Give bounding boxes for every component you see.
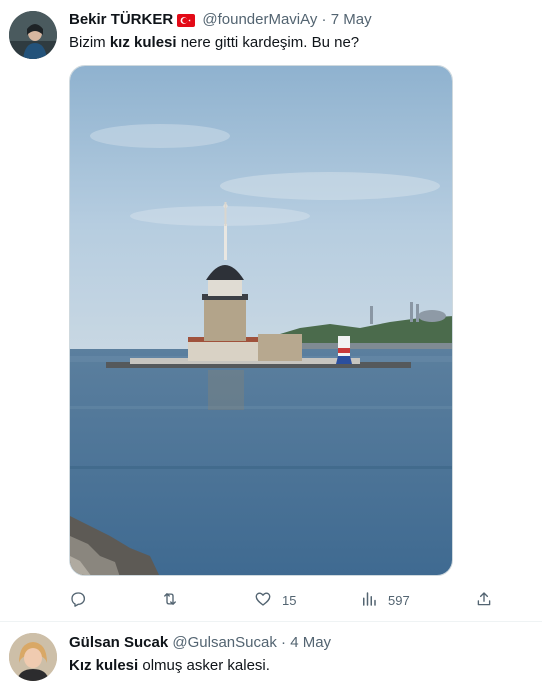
views-count: 597 <box>388 592 410 608</box>
tweet-date[interactable]: 4 May <box>290 634 331 651</box>
like-button[interactable]: 15 <box>254 588 296 612</box>
retweet-button[interactable] <box>161 588 179 612</box>
text-part-bold: Kız kulesi <box>69 657 139 674</box>
reply-icon <box>69 590 87 611</box>
tweet-header: Gülsan Sucak @GulsanSucak · 4 May <box>69 633 331 653</box>
views-chart-icon <box>360 590 378 611</box>
views-button[interactable]: 597 <box>360 588 410 612</box>
tweet-date[interactable]: 7 May <box>331 11 372 28</box>
author-name[interactable]: Gülsan Sucak <box>69 634 168 651</box>
heart-icon <box>254 590 272 611</box>
tweet[interactable]: Gülsan Sucak @GulsanSucak · 4 May Kız ku… <box>0 622 542 693</box>
share-icon <box>475 590 493 611</box>
turkey-flag-icon <box>177 13 196 33</box>
tweet-text: Bizim kız kulesi nere gitti kardeşim. Bu… <box>69 33 359 53</box>
tweet-text: Kız kulesi olmuş asker kalesi. <box>69 656 270 676</box>
tweet[interactable]: Bekir TÜRKER @founderMaviAy · 7 May Bizi… <box>0 0 542 622</box>
tweet-actions: 15 597 <box>69 588 499 612</box>
tweet-header: Bekir TÜRKER @founderMaviAy · 7 May <box>69 10 372 33</box>
text-part-bold: kız kulesi <box>109 34 177 51</box>
avatar[interactable] <box>9 633 57 681</box>
separator: · <box>321 11 327 28</box>
text-part: nere gitti kardeşim. Bu ne? <box>176 34 360 51</box>
text-part: Bizim <box>69 34 110 51</box>
tweet-photo[interactable] <box>69 65 453 576</box>
retweet-icon <box>161 590 179 611</box>
text-part: olmuş asker kalesi. <box>138 657 270 674</box>
author-name[interactable]: Bekir TÜRKER <box>69 11 173 28</box>
separator: · <box>281 634 287 651</box>
author-handle[interactable]: @founderMaviAy <box>202 11 317 28</box>
like-count: 15 <box>282 592 297 608</box>
reply-button[interactable] <box>69 588 87 612</box>
author-handle[interactable]: @GulsanSucak <box>172 634 276 651</box>
avatar[interactable] <box>9 11 57 59</box>
share-button[interactable] <box>475 588 493 612</box>
